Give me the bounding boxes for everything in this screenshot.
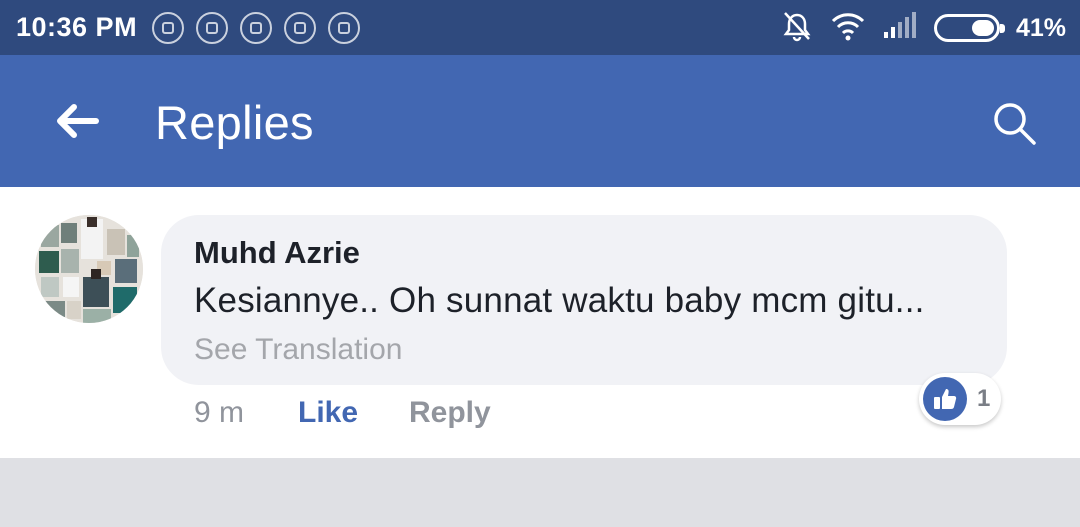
comment-thread: Muhd Azrie Kesiannye.. Oh sunnat waktu b… (0, 187, 1080, 458)
comment-text: Kesiannye.. Oh sunnat waktu baby mcm git… (194, 281, 925, 320)
reaction-count: 1 (977, 385, 991, 412)
arrow-left-icon (57, 104, 99, 138)
whatsapp-icon (196, 12, 228, 44)
search-icon (994, 103, 1036, 145)
status-bar: 10:36 PM 41% (0, 0, 1080, 55)
notification-icons (152, 12, 360, 44)
page-title: Replies (155, 96, 314, 149)
search-button[interactable] (986, 95, 1042, 151)
instagram-icon (284, 12, 316, 44)
battery-icon (933, 14, 1005, 42)
thumbs-up-icon (923, 377, 967, 421)
battery-fill (971, 20, 994, 36)
reaction-summary[interactable]: 1 (919, 373, 1001, 425)
wifi-icon (830, 11, 866, 46)
back-button[interactable] (46, 91, 106, 151)
see-translation-link[interactable]: See Translation (194, 333, 402, 367)
status-time: 10:36 PM (16, 12, 138, 42)
alarm-off-icon (780, 9, 814, 48)
comment-actions: 9 m Like Reply (194, 393, 491, 433)
comment-author[interactable]: Muhd Azrie (194, 235, 360, 271)
messenger-icon (328, 12, 360, 44)
like-button[interactable]: Like (298, 396, 409, 430)
comment-time: 9 m (194, 396, 245, 429)
signal-icon (882, 11, 918, 45)
facebook-icon (240, 12, 272, 44)
avatar[interactable] (35, 215, 143, 323)
battery-percent: 41% (1015, 13, 1066, 42)
comment-bubble[interactable]: Muhd Azrie Kesiannye.. Oh sunnat waktu b… (161, 215, 1007, 385)
reply-button[interactable]: Reply (409, 396, 491, 430)
status-right: 41% (780, 10, 1066, 46)
whatsapp-icon (152, 12, 184, 44)
app-bar: Replies (0, 55, 1080, 187)
